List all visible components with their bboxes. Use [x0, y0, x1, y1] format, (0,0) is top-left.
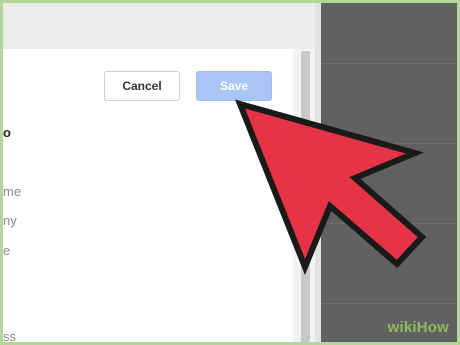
arrow-pointer-icon	[234, 99, 427, 276]
wikihow-watermark: wikiHow	[387, 319, 449, 336]
screenshot-frame: Cancel Save o me ny e ss wikiHow	[0, 0, 460, 345]
